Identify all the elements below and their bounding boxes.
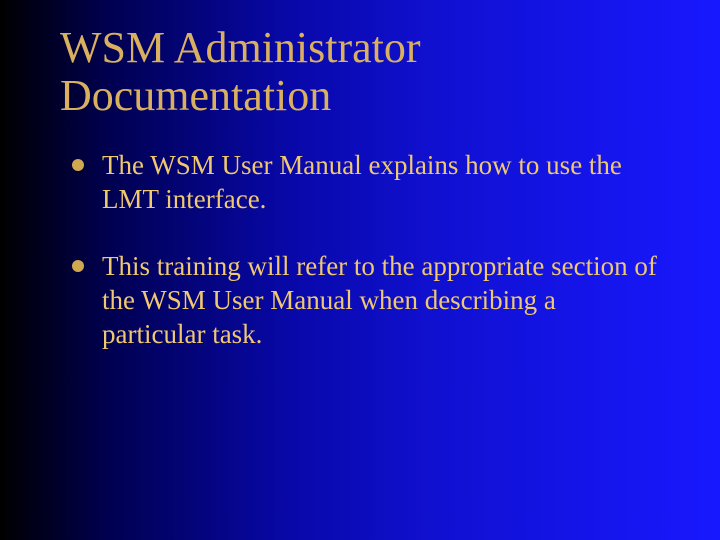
slide-title: WSM Administrator Documentation bbox=[60, 24, 660, 121]
slide: WSM Administrator Documentation The WSM … bbox=[0, 0, 720, 540]
list-item: This training will refer to the appropri… bbox=[72, 250, 660, 351]
list-item: The WSM User Manual explains how to use … bbox=[72, 149, 660, 217]
bullet-list: The WSM User Manual explains how to use … bbox=[72, 149, 660, 352]
